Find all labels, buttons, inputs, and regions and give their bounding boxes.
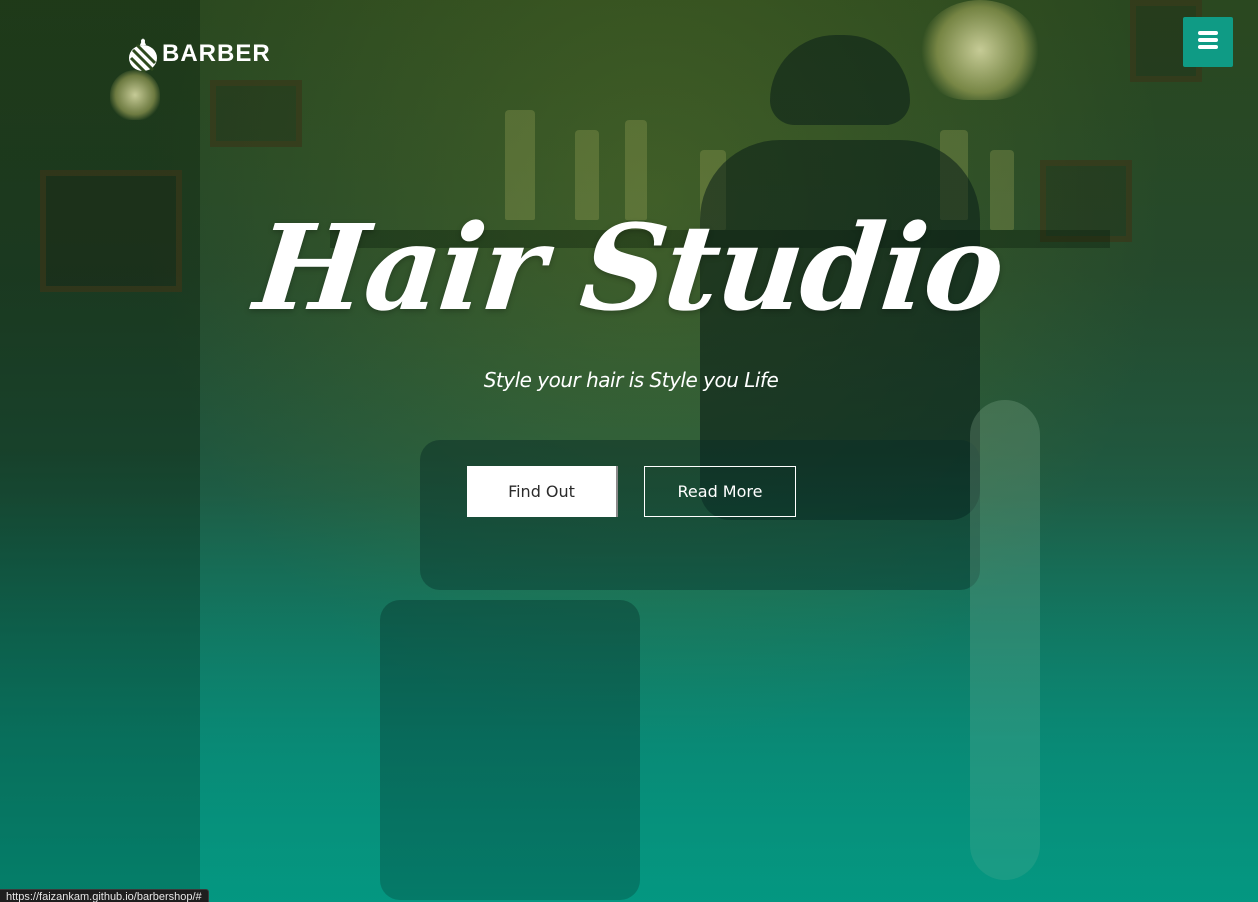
hamburger-menu-icon	[1198, 30, 1218, 55]
logo-text: BARBER	[162, 40, 271, 67]
find-out-button[interactable]: Find Out	[467, 466, 618, 517]
barbershop-background-image	[0, 0, 1258, 902]
hero-tagline: Style your hair is Style you Life	[483, 368, 779, 392]
site-logo[interactable]: BARBER	[127, 36, 271, 72]
status-bar-url: https://faizankam.github.io/barbershop/#	[0, 889, 209, 902]
menu-button[interactable]	[1183, 17, 1233, 67]
hero-section: BARBER Hair Studio Style your hair is St…	[0, 0, 1258, 902]
hero-title: Hair Studio	[248, 198, 1010, 337]
barber-pole-icon	[127, 36, 159, 72]
read-more-button[interactable]: Read More	[644, 466, 796, 517]
